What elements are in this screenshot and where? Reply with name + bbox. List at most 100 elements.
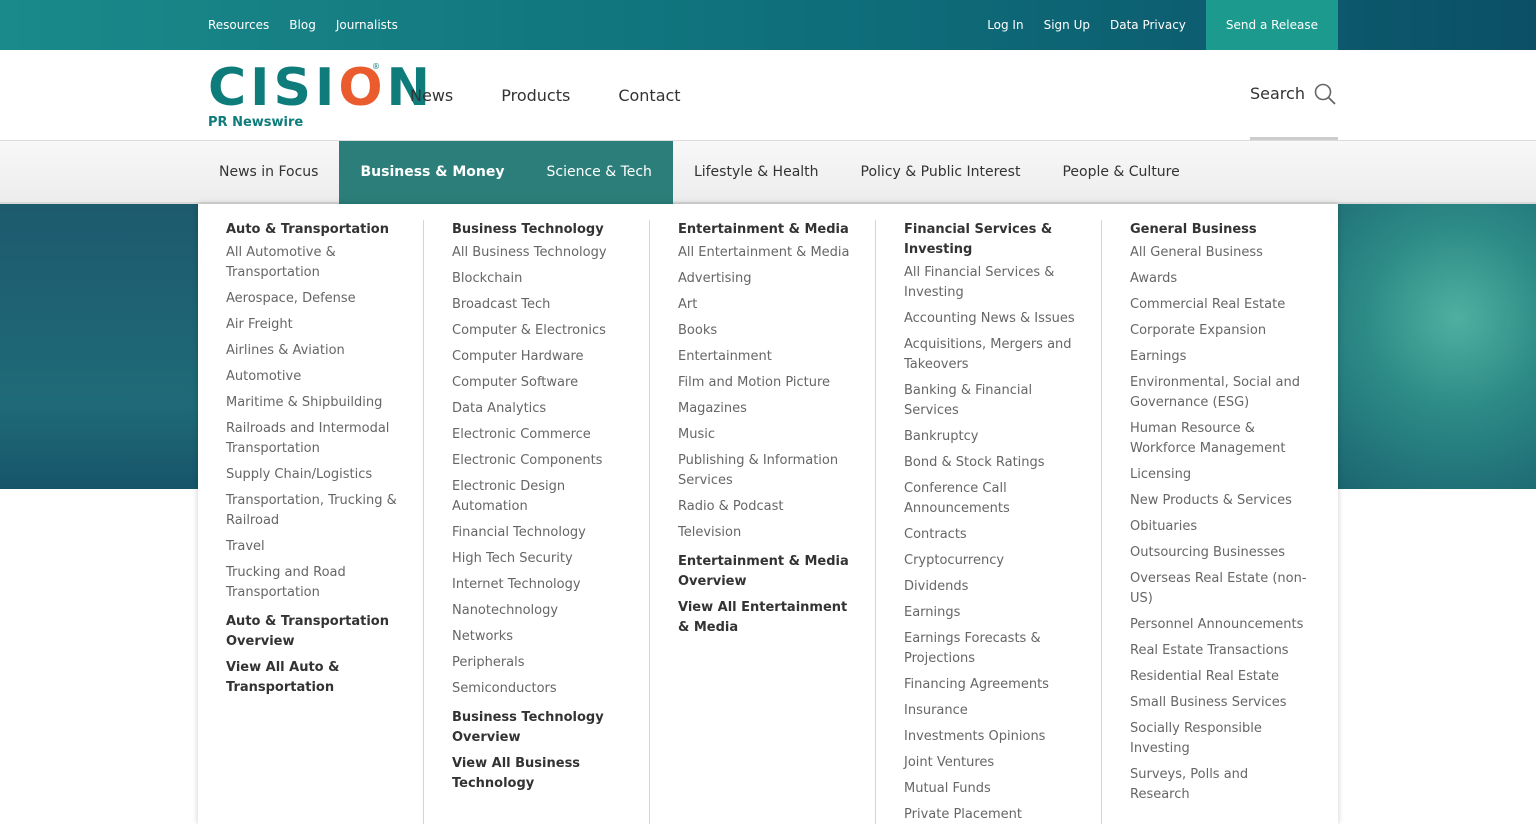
tab-policy-public-interest[interactable]: Policy & Public Interest [840,141,1042,204]
menu-link[interactable]: Real Estate Transactions [1130,641,1308,661]
menu-link[interactable]: All Business Technology [452,243,629,263]
menu-link[interactable]: Blockchain [452,269,629,289]
menu-link[interactable]: All Financial Services & Investing [904,263,1081,303]
menu-link[interactable]: Electronic Components [452,451,629,471]
menu-link[interactable]: Air Freight [226,315,403,335]
menu-link[interactable]: All General Business [1130,243,1308,263]
menu-link[interactable]: Financing Agreements [904,675,1081,695]
sign-up-link[interactable]: Sign Up [1044,18,1090,32]
menu-link[interactable]: Supply Chain/Logistics [226,465,403,485]
menu-link[interactable]: New Products & Services [1130,491,1308,511]
menu-link[interactable]: Computer & Electronics [452,321,629,341]
menu-link[interactable]: Maritime & Shipbuilding [226,393,403,413]
resources-link[interactable]: Resources [208,18,269,32]
menu-link[interactable]: Insurance [904,701,1081,721]
tab-news-in-focus[interactable]: News in Focus [198,141,339,204]
nav-news[interactable]: News [410,86,453,105]
menu-link[interactable]: Semiconductors [452,679,629,699]
column-heading[interactable]: Business Technology [452,220,629,240]
menu-link[interactable]: Internet Technology [452,575,629,595]
menu-link[interactable]: Art [678,295,855,315]
menu-link[interactable]: Networks [452,627,629,647]
menu-link[interactable]: Electronic Commerce [452,425,629,445]
column-heading[interactable]: Auto & Transportation [226,220,403,240]
nav-contact[interactable]: Contact [618,86,680,105]
menu-link[interactable]: Bond & Stock Ratings [904,453,1081,473]
column-heading[interactable]: Entertainment & Media [678,220,855,240]
view-all-link[interactable]: View All Business Technology [452,754,629,794]
send-a-release-button[interactable]: Send a Release [1205,0,1338,50]
menu-link[interactable]: Environmental, Social and Governance (ES… [1130,373,1308,413]
menu-link[interactable]: Mutual Funds [904,779,1081,799]
tab-business-money[interactable]: Business & Money [339,141,526,204]
menu-link[interactable]: Corporate Expansion [1130,321,1308,341]
menu-link[interactable]: Music [678,425,855,445]
blog-link[interactable]: Blog [289,18,316,32]
menu-link[interactable]: Trucking and Road Transportation [226,563,403,603]
menu-link[interactable]: Entertainment [678,347,855,367]
menu-link[interactable]: Publishing & Information Services [678,451,855,491]
menu-link[interactable]: All Automotive & Transportation [226,243,403,283]
menu-link[interactable]: All Entertainment & Media [678,243,855,263]
view-all-link[interactable]: View All Auto & Transportation [226,658,403,698]
menu-link[interactable]: Advertising [678,269,855,289]
menu-link[interactable]: Railroads and Intermodal Transportation [226,419,403,459]
menu-link[interactable]: Overseas Real Estate (non-US) [1130,569,1308,609]
menu-link[interactable]: Residential Real Estate [1130,667,1308,687]
menu-link[interactable]: Investments Opinions [904,727,1081,747]
menu-link[interactable]: Broadcast Tech [452,295,629,315]
menu-link[interactable]: Joint Ventures [904,753,1081,773]
menu-link[interactable]: Cryptocurrency [904,551,1081,571]
menu-link[interactable]: Earnings [1130,347,1308,367]
menu-link[interactable]: Transportation, Trucking & Railroad [226,491,403,531]
journalists-link[interactable]: Journalists [336,18,398,32]
menu-link[interactable]: Financial Technology [452,523,629,543]
menu-link[interactable]: Obituaries [1130,517,1308,537]
menu-link[interactable]: Acquisitions, Mergers and Takeovers [904,335,1081,375]
menu-link[interactable]: Private Placement [904,805,1081,824]
overview-link[interactable]: Auto & Transportation Overview [226,612,403,652]
menu-link[interactable]: Small Business Services [1130,693,1308,713]
menu-link[interactable]: Electronic Design Automation [452,477,629,517]
menu-link[interactable]: Socially Responsible Investing [1130,719,1308,759]
menu-link[interactable]: Commercial Real Estate [1130,295,1308,315]
menu-link[interactable]: Personnel Announcements [1130,615,1308,635]
menu-link[interactable]: Magazines [678,399,855,419]
menu-link[interactable]: Conference Call Announcements [904,479,1081,519]
menu-link[interactable]: High Tech Security [452,549,629,569]
menu-link[interactable]: Data Analytics [452,399,629,419]
menu-link[interactable]: Dividends [904,577,1081,597]
menu-link[interactable]: Nanotechnology [452,601,629,621]
menu-link[interactable]: Film and Motion Picture [678,373,855,393]
menu-link[interactable]: Television [678,523,855,543]
menu-link[interactable]: Books [678,321,855,341]
nav-products[interactable]: Products [501,86,570,105]
menu-link[interactable]: Radio & Podcast [678,497,855,517]
menu-link[interactable]: Aerospace, Defense [226,289,403,309]
menu-link[interactable]: Airlines & Aviation [226,341,403,361]
menu-link[interactable]: Earnings Forecasts & Projections [904,629,1081,669]
cision-logo[interactable]: CISION ® PR Newswire [208,62,430,132]
column-heading[interactable]: Financial Services & Investing [904,220,1081,260]
overview-link[interactable]: Entertainment & Media Overview [678,552,855,592]
menu-link[interactable]: Licensing [1130,465,1308,485]
menu-link[interactable]: Awards [1130,269,1308,289]
menu-link[interactable]: Peripherals [452,653,629,673]
menu-link[interactable]: Computer Hardware [452,347,629,367]
menu-link[interactable]: Computer Software [452,373,629,393]
menu-link[interactable]: Automotive [226,367,403,387]
menu-link[interactable]: Earnings [904,603,1081,623]
tab-people-culture[interactable]: People & Culture [1041,141,1200,204]
menu-link[interactable]: Accounting News & Issues [904,309,1081,329]
log-in-link[interactable]: Log In [987,18,1023,32]
menu-link[interactable]: Contracts [904,525,1081,545]
menu-link[interactable]: Surveys, Polls and Research [1130,765,1308,805]
view-all-link[interactable]: View All Entertainment & Media [678,598,855,638]
menu-link[interactable]: Travel [226,537,403,557]
menu-link[interactable]: Outsourcing Businesses [1130,543,1308,563]
tab-science-tech[interactable]: Science & Tech [525,141,673,204]
tab-lifestyle-health[interactable]: Lifestyle & Health [673,141,840,204]
menu-link[interactable]: Human Resource & Workforce Management [1130,419,1308,459]
menu-link[interactable]: Banking & Financial Services [904,381,1081,421]
column-heading[interactable]: General Business [1130,220,1308,240]
